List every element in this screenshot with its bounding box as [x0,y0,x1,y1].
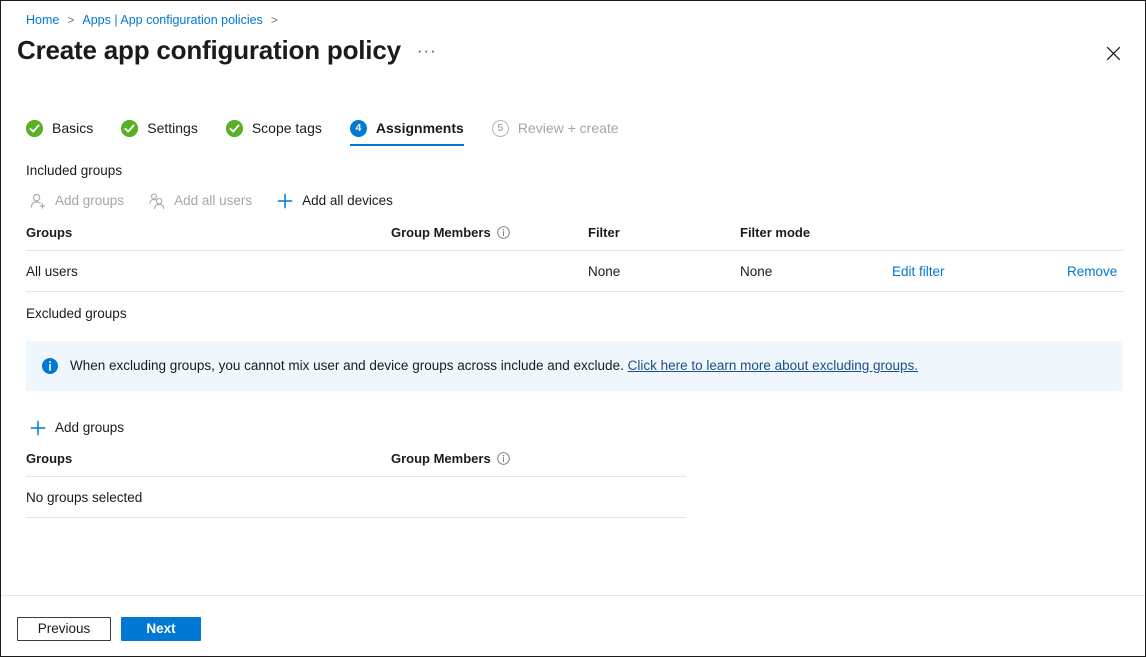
table-header-row: Groups Group Members [26,225,1123,251]
excluded-groups-heading: Excluded groups [26,305,127,323]
column-header-groups: Groups [26,451,391,477]
close-icon[interactable] [1099,39,1127,67]
excluded-groups-table: Groups Group Members [26,451,686,518]
info-icon[interactable] [497,226,510,239]
included-groups-table: Groups Group Members [26,225,1123,292]
column-header-label: Groups [26,451,72,466]
wizard-footer: Previous Next [17,617,201,641]
add-all-users-button[interactable]: Add all users [148,191,252,211]
wizard-step-label: Scope tags [252,119,322,137]
edit-filter-link[interactable]: Edit filter [892,264,945,279]
next-button[interactable]: Next [121,617,201,641]
wizard-step-review-create[interactable]: 5 Review + create [492,119,619,146]
learn-more-link[interactable]: Click here to learn more about excluding… [628,358,918,373]
banner-text: When excluding groups, you cannot mix us… [70,357,918,375]
column-header-groups: Groups [26,225,391,251]
column-header-label: Filter mode [740,225,810,240]
wizard-step-scope-tags[interactable]: Scope tags [226,119,322,146]
add-groups-button-excluded[interactable]: Add groups [29,418,124,438]
info-icon [42,358,58,374]
remove-link[interactable]: Remove [1067,264,1117,279]
column-header-label: Group Members [391,225,491,240]
add-groups-excluded-label: Add groups [55,418,124,438]
info-icon[interactable] [497,452,510,465]
column-header-filter-mode: Filter mode [740,225,892,251]
cell-filter: None [588,251,740,292]
table-header-row: Groups Group Members [26,451,686,477]
column-header-label: Filter [588,225,620,240]
empty-state-message: No groups selected [26,477,686,518]
step-number-badge: 4 [350,120,367,137]
add-users-icon [148,192,166,210]
column-header-edit-filter-actions [892,225,1067,251]
wizard-step-label: Review + create [518,119,619,137]
breadcrumb-item-home[interactable]: Home [26,11,59,29]
banner-message: When excluding groups, you cannot mix us… [70,358,624,373]
add-all-devices-button[interactable]: Add all devices [276,191,393,211]
add-all-users-label: Add all users [174,191,252,211]
step-number-badge: 5 [492,120,509,137]
wizard-step-settings[interactable]: Settings [121,119,198,146]
excluded-groups-command-bar: Add groups [29,418,148,438]
breadcrumb-item-apps-app-configuration-policies[interactable]: Apps | App configuration policies [82,11,262,29]
breadcrumb: Home > Apps | App configuration policies… [26,11,286,29]
add-all-devices-label: Add all devices [302,191,393,211]
more-options-icon[interactable]: ··· [417,44,437,58]
cell-group-name: All users [26,251,391,292]
add-groups-label: Add groups [55,191,124,211]
footer-divider [1,595,1145,596]
add-user-icon [29,192,47,210]
table-row: No groups selected [26,477,686,518]
cell-edit-filter: Edit filter [892,251,1067,292]
plus-icon [29,419,47,437]
breadcrumb-separator-1: > [67,11,74,29]
column-header-group-members: Group Members [391,451,686,477]
column-header-group-members: Group Members [391,225,588,251]
excluded-groups-info-banner: When excluding groups, you cannot mix us… [26,341,1123,391]
title-row: Create app configuration policy ··· [17,33,437,67]
column-header-filter: Filter [588,225,740,251]
wizard-step-label: Settings [147,119,198,137]
included-groups-heading: Included groups [26,162,122,180]
add-groups-button[interactable]: Add groups [29,191,124,211]
cell-group-members [391,251,588,292]
wizard-step-label: Assignments [376,119,464,137]
check-circle-icon [121,120,138,137]
check-circle-icon [226,120,243,137]
create-app-configuration-policy-blade: Home > Apps | App configuration policies… [0,0,1146,657]
wizard-step-basics[interactable]: Basics [26,119,93,146]
previous-button[interactable]: Previous [17,617,111,641]
page-title: Create app configuration policy [17,33,401,67]
wizard-step-assignments[interactable]: 4 Assignments [350,119,464,146]
check-circle-icon [26,120,43,137]
column-header-label: Group Members [391,451,491,466]
column-header-remove-actions [1067,225,1123,251]
cell-remove: Remove [1067,251,1123,292]
plus-icon [276,192,294,210]
included-groups-command-bar: Add groups Add all users Add all devices [29,191,417,211]
table-row: All users None None Edit filter Remove [26,251,1123,292]
wizard-step-label: Basics [52,119,93,137]
breadcrumb-separator-2: > [271,11,278,29]
wizard-steps: Basics Settings Scope tags 4 Assign [26,119,619,146]
column-header-label: Groups [26,225,72,240]
cell-filter-mode: None [740,251,892,292]
